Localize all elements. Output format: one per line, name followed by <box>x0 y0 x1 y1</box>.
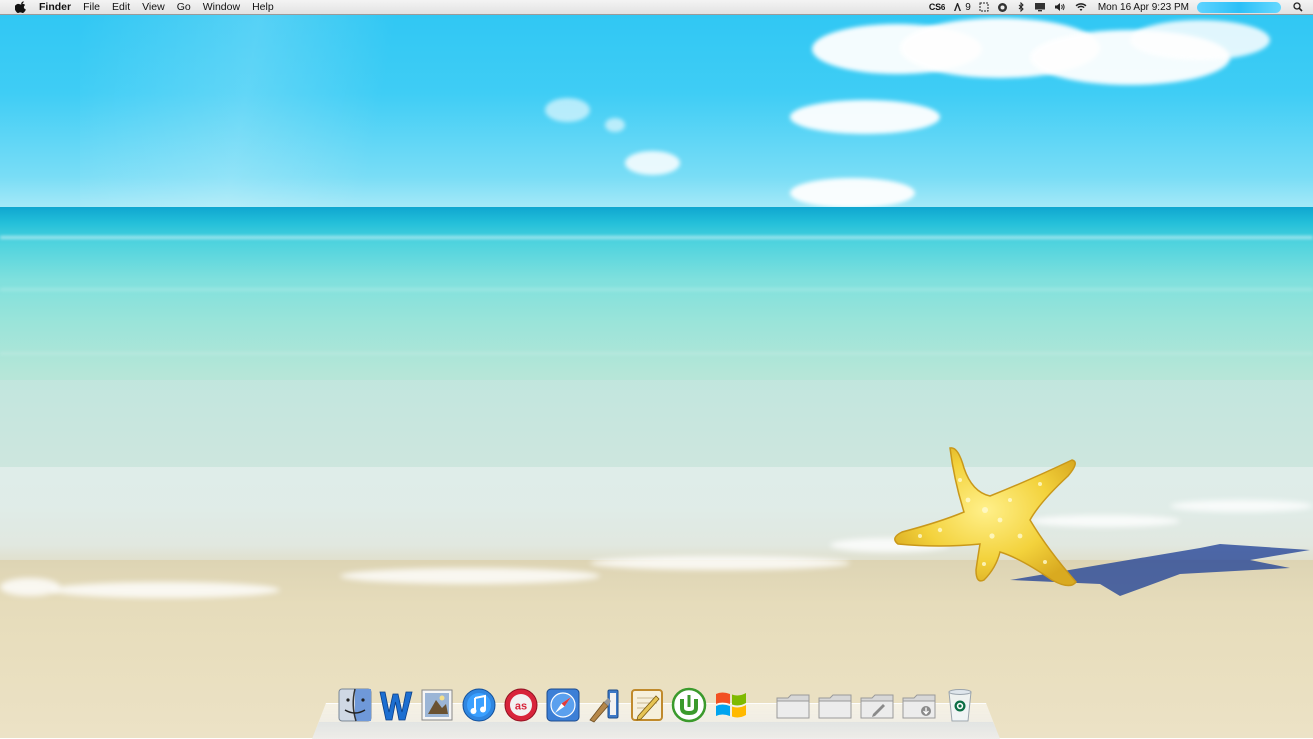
foam <box>340 568 600 584</box>
dock-itunes[interactable] <box>460 686 498 724</box>
dock-folder-2[interactable] <box>816 686 854 724</box>
dock-finder[interactable] <box>336 686 374 724</box>
surf-line <box>0 288 1313 291</box>
cloud <box>605 118 625 132</box>
menu-go[interactable]: Go <box>171 0 197 15</box>
foam <box>590 556 850 570</box>
dock-downloads[interactable] <box>900 686 938 724</box>
dock-safari[interactable] <box>544 686 582 724</box>
menu-window[interactable]: Window <box>197 0 246 15</box>
dock-windows[interactable] <box>712 686 750 724</box>
menu-app-finder[interactable]: Finder <box>37 0 77 15</box>
user-account-menu[interactable] <box>1197 1 1281 13</box>
cloud <box>625 151 680 175</box>
menu-view[interactable]: View <box>136 0 171 15</box>
folder-icon <box>818 694 852 719</box>
wallpaper-sunrays <box>80 0 500 208</box>
utorrent-icon <box>671 687 707 723</box>
cloud <box>545 98 590 122</box>
dock-documents[interactable] <box>858 686 896 724</box>
trash-icon <box>948 689 972 722</box>
windows-icon <box>716 692 746 718</box>
screenshot-icon[interactable] <box>975 2 993 12</box>
dock-paintbrush[interactable] <box>586 686 624 724</box>
cloud <box>790 178 915 208</box>
safari-icon <box>546 688 580 722</box>
downloads-folder-icon <box>902 694 936 719</box>
dock-utorrent[interactable] <box>670 686 708 724</box>
dock-folder-1[interactable] <box>774 686 812 724</box>
textedit-icon <box>631 689 663 721</box>
cloud <box>1130 20 1270 60</box>
circle-status-icon[interactable] <box>993 2 1012 13</box>
dock-reflection <box>312 722 1000 738</box>
word-icon <box>379 691 413 721</box>
spotlight-icon[interactable] <box>1289 2 1313 12</box>
itunes-icon <box>462 688 496 722</box>
menu-help[interactable]: Help <box>246 0 280 15</box>
foam <box>1170 500 1313 512</box>
adobe-cs-icon[interactable]: CS 6 <box>925 0 949 15</box>
volume-icon[interactable] <box>1050 2 1070 12</box>
svg-text:as: as <box>515 701 527 713</box>
cloud <box>790 100 940 134</box>
preview-icon <box>421 689 453 721</box>
desktop-wallpaper <box>0 0 1313 738</box>
adobe-updates-count: 9 <box>965 1 971 13</box>
wifi-icon[interactable] <box>1070 2 1092 12</box>
finder-icon <box>338 688 372 722</box>
lastfm-icon: as <box>504 688 538 722</box>
dock-trash[interactable] <box>941 686 979 724</box>
cs6-label: CS <box>928 1 941 12</box>
foam <box>50 582 280 598</box>
surf-line <box>0 352 1313 355</box>
clock[interactable]: Mon 16 Apr 9:23 PM <box>1092 0 1193 15</box>
menu-edit[interactable]: Edit <box>106 0 136 15</box>
display-icon[interactable] <box>1030 2 1050 12</box>
menu-bar: Finder File Edit View Go Window Help CS 6… <box>0 0 1313 15</box>
dock-textedit[interactable] <box>628 686 666 724</box>
status-menus: CS 6 9 Mon 16 Apr 9:23 PM <box>925 0 1313 15</box>
dock-lastfm[interactable]: as <box>502 686 540 724</box>
dock-word[interactable] <box>377 686 415 724</box>
apple-icon[interactable] <box>13 1 27 13</box>
foam <box>0 578 60 596</box>
menu-file[interactable]: File <box>77 0 106 15</box>
folder-icon <box>776 694 810 719</box>
surf-line <box>0 236 1313 239</box>
dock-preview[interactable] <box>418 686 456 724</box>
paintbrush-icon <box>589 689 619 723</box>
bluetooth-icon[interactable] <box>1012 2 1030 12</box>
documents-folder-icon <box>860 694 894 719</box>
adobe-updates-icon[interactable]: 9 <box>949 0 975 15</box>
starfish <box>894 447 1077 587</box>
